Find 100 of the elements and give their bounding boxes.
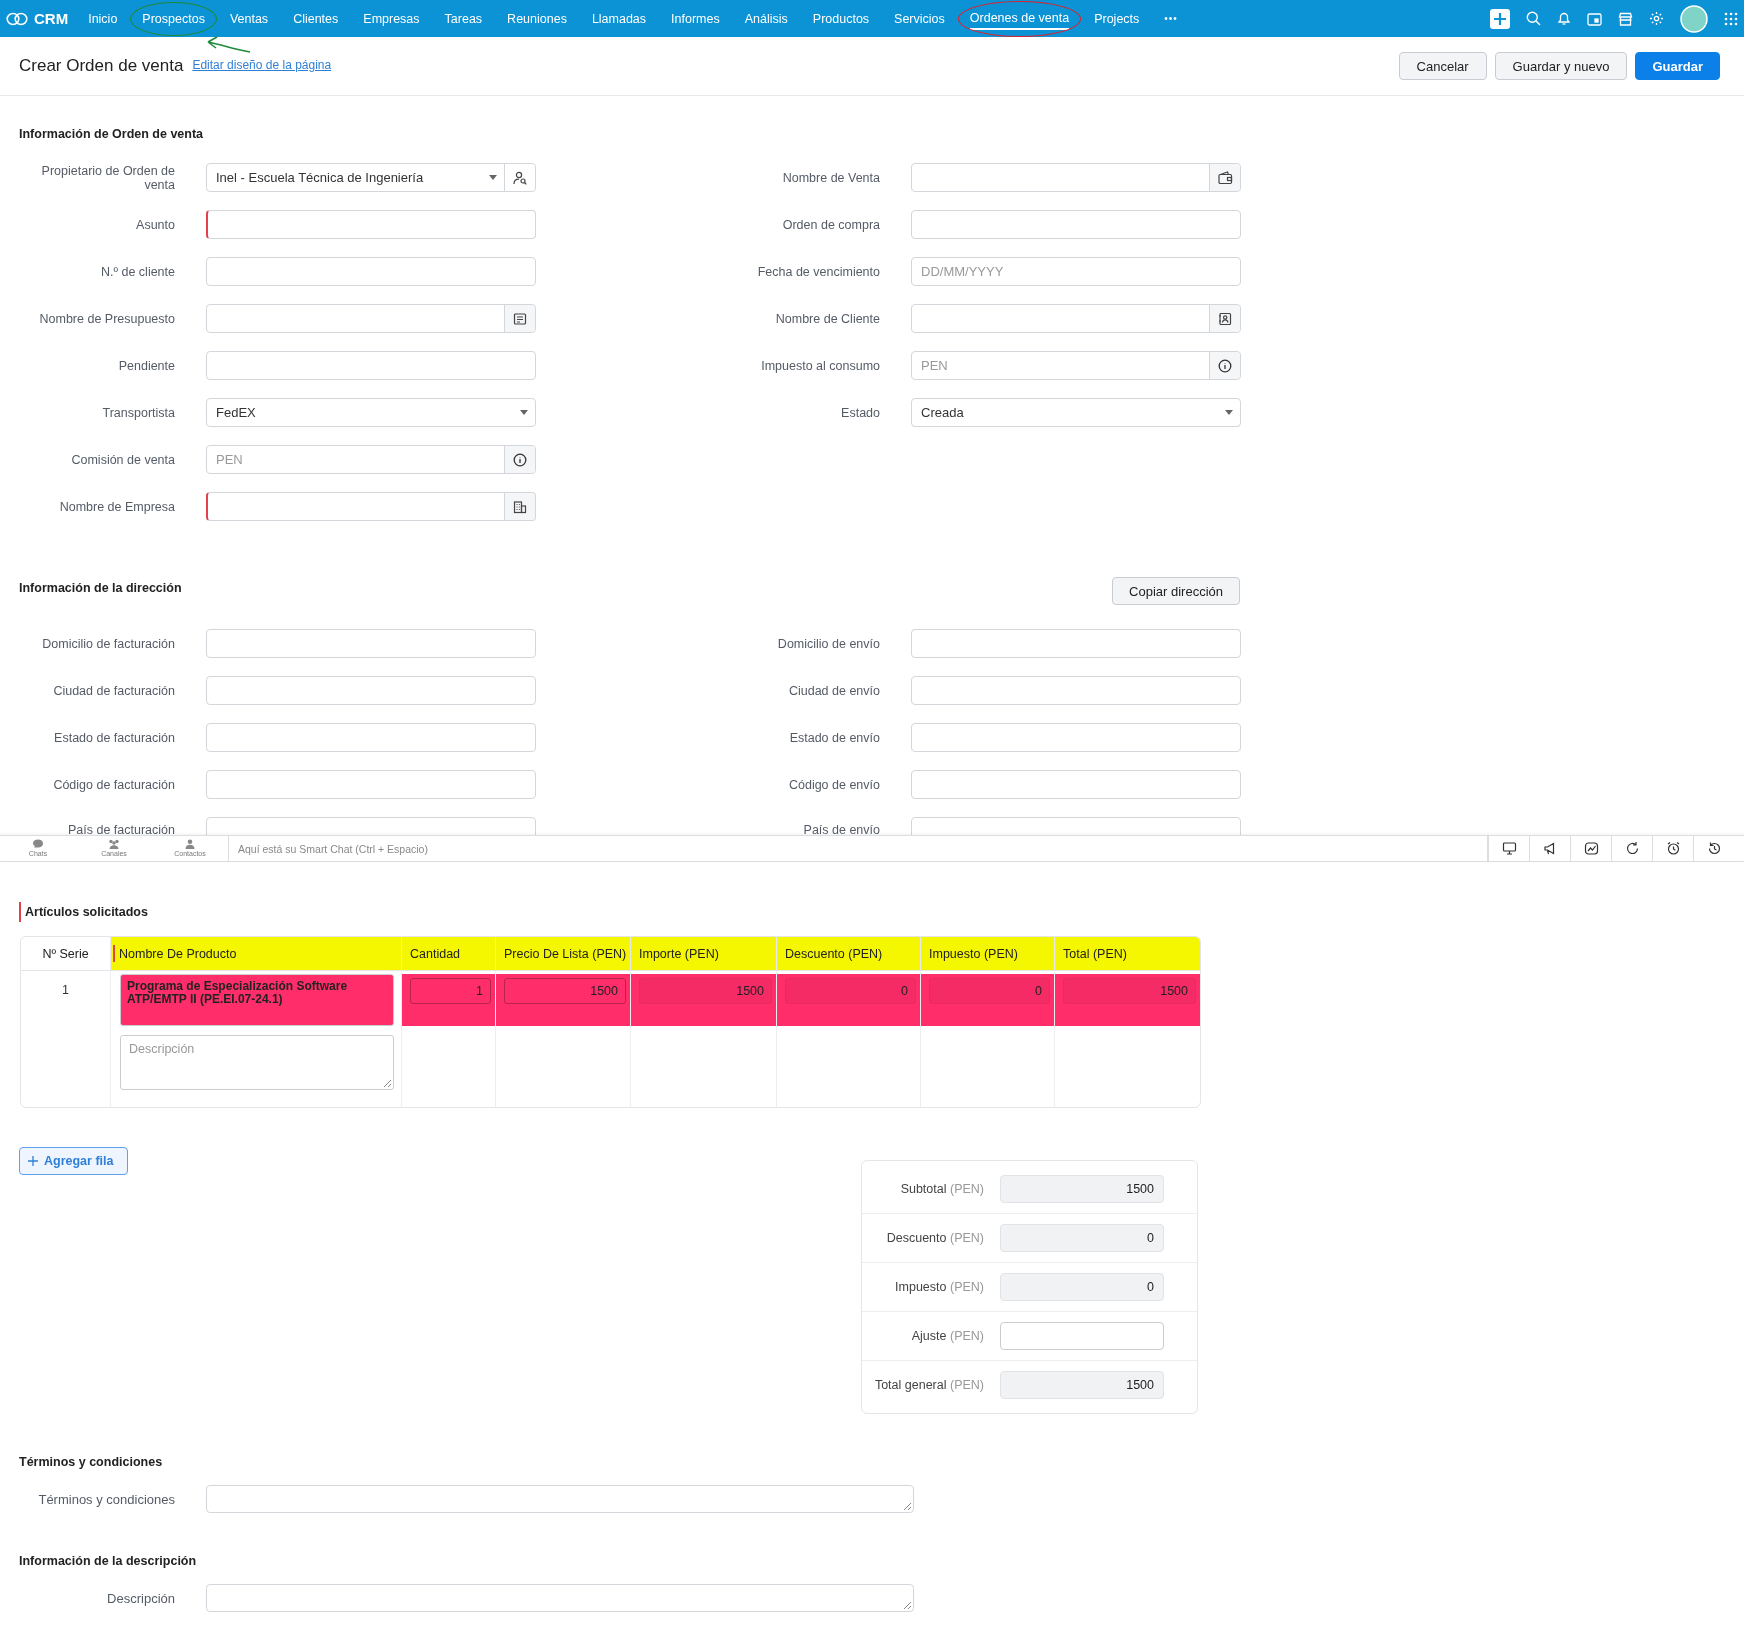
field-label: Orden de compra bbox=[781, 217, 880, 232]
field-label: País de facturación bbox=[67, 823, 175, 837]
nav-tab[interactable]: Prospectos bbox=[142, 8, 205, 29]
monitor-icon[interactable] bbox=[1501, 841, 1517, 856]
input-field[interactable] bbox=[911, 770, 1241, 799]
description-field[interactable]: Descripción bbox=[120, 1035, 394, 1090]
plus-icon bbox=[28, 1156, 38, 1166]
alarm-clock-icon[interactable] bbox=[1665, 841, 1681, 856]
nav-tab[interactable]: Productos bbox=[812, 8, 870, 29]
nav-tab[interactable]: Tareas bbox=[444, 8, 483, 29]
field-label: Nombre de Presupuesto bbox=[38, 311, 175, 326]
input-field[interactable]: Creada bbox=[911, 398, 1241, 427]
nav-tab[interactable]: Reuniones bbox=[507, 8, 567, 29]
number-field: 0 bbox=[785, 978, 916, 1004]
avatar-icon[interactable] bbox=[1680, 4, 1708, 33]
total-label: Impuesto (PEN) bbox=[894, 1280, 984, 1294]
column-header: Descuento (PEN) bbox=[776, 937, 920, 971]
nav-tab[interactable]: Informes bbox=[671, 8, 720, 29]
document-icon[interactable] bbox=[513, 311, 527, 326]
history-icon[interactable] bbox=[1706, 841, 1722, 856]
input-field[interactable] bbox=[206, 629, 536, 658]
field-label: Estado de envío bbox=[788, 730, 880, 745]
chart-icon[interactable] bbox=[1583, 841, 1599, 856]
user-search-icon[interactable] bbox=[513, 170, 527, 185]
input-field[interactable]: PEN bbox=[206, 445, 536, 474]
input-field[interactable] bbox=[206, 723, 536, 752]
nav-tab[interactable]: Projects bbox=[1094, 8, 1140, 29]
page-title: Crear Orden de venta bbox=[19, 56, 184, 76]
building-icon[interactable] bbox=[513, 499, 527, 514]
field-label: País de envío bbox=[802, 823, 880, 837]
nav-tab[interactable]: Análisis bbox=[744, 8, 788, 29]
chat-input[interactable]: Aquí está su Smart Chat (Ctrl + Espacio) bbox=[228, 836, 1487, 861]
input-field[interactable]: FedEX bbox=[206, 398, 536, 427]
action-button[interactable]: Cancelar bbox=[1398, 52, 1487, 80]
section-title: Información de Orden de venta bbox=[19, 127, 205, 141]
action-button[interactable]: Guardar y nuevo bbox=[1494, 52, 1628, 80]
text-area[interactable] bbox=[206, 1485, 914, 1513]
input-field[interactable] bbox=[206, 304, 536, 333]
input-field[interactable] bbox=[206, 770, 536, 799]
input-field[interactable]: PEN bbox=[911, 351, 1241, 380]
column-header: Precio De Lista (PEN) bbox=[495, 937, 630, 971]
store-icon[interactable] bbox=[1618, 11, 1633, 26]
rotate-icon[interactable] bbox=[1624, 841, 1640, 856]
input-field[interactable] bbox=[206, 492, 536, 521]
save-button[interactable]: Guardar bbox=[1635, 52, 1720, 80]
amount-input[interactable] bbox=[1000, 1322, 1164, 1350]
column-header: Total (PEN) bbox=[1054, 937, 1200, 971]
copy-address-button[interactable]: Copiar dirección bbox=[1112, 577, 1240, 605]
number-field: 1500 bbox=[639, 978, 772, 1004]
field-label: Nombre de Venta bbox=[781, 170, 880, 185]
calendar-icon[interactable] bbox=[1587, 11, 1602, 26]
caret-icon bbox=[1225, 410, 1233, 415]
column-header: Nombre De Producto bbox=[110, 937, 401, 971]
nav-tab[interactable]: Inicio bbox=[88, 8, 118, 29]
settings-icon[interactable] bbox=[1649, 11, 1664, 26]
input-field[interactable] bbox=[206, 676, 536, 705]
nav-tab[interactable]: Llamadas bbox=[591, 8, 647, 29]
field-label: Domicilio de facturación bbox=[41, 636, 175, 651]
edit-layout-link[interactable]: Editar diseño de la página bbox=[192, 58, 332, 72]
brand-name[interactable]: CRM bbox=[34, 10, 69, 27]
number-field[interactable]: 1 bbox=[410, 978, 491, 1004]
contact-card-icon[interactable] bbox=[1218, 311, 1232, 326]
logo-icon[interactable] bbox=[6, 11, 28, 26]
wallet-icon[interactable] bbox=[1217, 170, 1233, 185]
section-title: Artículos solicitados bbox=[19, 902, 1744, 922]
field-label: Impuesto al consumo bbox=[760, 358, 880, 373]
input-field[interactable] bbox=[911, 676, 1241, 705]
input-field[interactable]: Inel - Escuela Técnica de Ingeniería bbox=[206, 163, 536, 192]
nav-tab[interactable]: Clientes bbox=[293, 8, 339, 29]
input-field[interactable] bbox=[911, 210, 1241, 239]
nav-tab[interactable]: Servicios bbox=[894, 8, 945, 29]
nav-tab[interactable]: Empresas bbox=[363, 8, 420, 29]
search-icon[interactable] bbox=[1526, 11, 1541, 26]
number-field[interactable]: 1500 bbox=[504, 978, 626, 1004]
field-placeholder: PEN bbox=[216, 452, 244, 467]
input-field[interactable] bbox=[911, 304, 1241, 333]
field-value: Inel - Escuela Técnica de Ingeniería bbox=[216, 170, 425, 185]
input-field[interactable] bbox=[206, 257, 536, 286]
amount-field: 1500 bbox=[1000, 1371, 1164, 1399]
input-field[interactable] bbox=[206, 210, 536, 239]
bell-icon[interactable] bbox=[1557, 11, 1571, 26]
text-area[interactable] bbox=[206, 1584, 914, 1612]
field-placeholder: PEN bbox=[921, 358, 949, 373]
add-row-button[interactable]: Agregar fila bbox=[19, 1147, 129, 1175]
input-field[interactable] bbox=[911, 723, 1241, 752]
field-label: Estado bbox=[840, 405, 880, 420]
nav-tab[interactable]: Ventas bbox=[229, 8, 269, 29]
input-field[interactable] bbox=[911, 629, 1241, 658]
product-field[interactable]: Programa de Especialización Software ATP/EMTP II (PE.EI.07-24.1) bbox=[120, 974, 394, 1026]
field-label: Domicilio de envío bbox=[776, 636, 880, 651]
nav-tab[interactable]: Ordenes de venta bbox=[969, 7, 1070, 30]
input-field[interactable] bbox=[911, 163, 1241, 192]
input-field[interactable]: DD/MM/YYYY bbox=[911, 257, 1241, 286]
apps-grid-icon[interactable] bbox=[1724, 11, 1738, 26]
total-label: Total general (PEN) bbox=[873, 1378, 984, 1392]
plus-icon[interactable] bbox=[1490, 8, 1510, 29]
field-label: Términos y condiciones bbox=[37, 1491, 175, 1507]
input-field[interactable] bbox=[206, 351, 536, 380]
section-title: Términos y condiciones bbox=[19, 1455, 164, 1469]
more-menu[interactable]: ••• bbox=[1164, 10, 1178, 27]
